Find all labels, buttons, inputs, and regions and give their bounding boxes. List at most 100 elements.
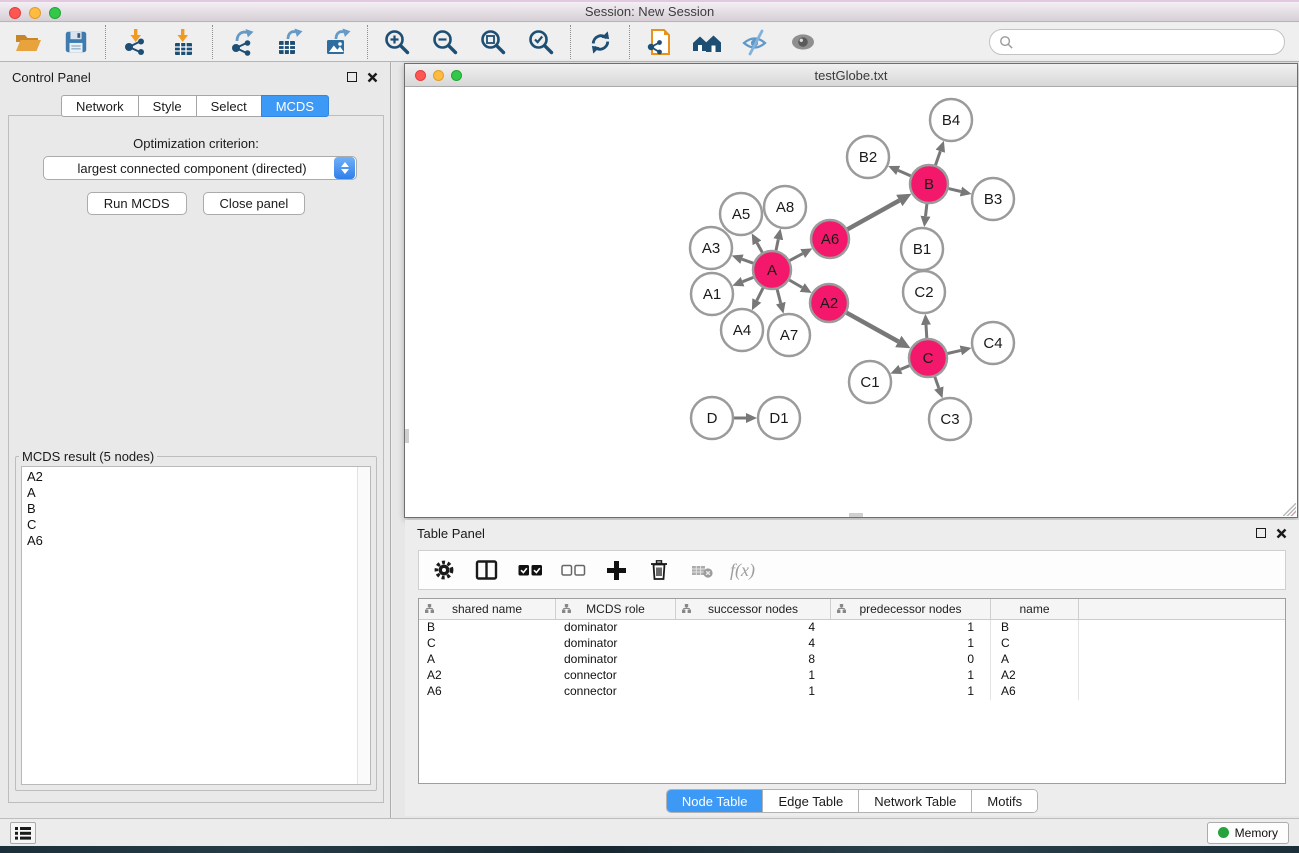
graph-node[interactable]: B1 <box>901 228 943 270</box>
close-panel-button[interactable]: Close panel <box>203 192 306 215</box>
graph-edge[interactable] <box>848 201 900 230</box>
graph-node[interactable]: D1 <box>758 397 800 439</box>
table-cell[interactable]: 1 <box>831 684 991 700</box>
mcds-result-item[interactable]: B <box>27 501 352 517</box>
tab-style[interactable]: Style <box>138 95 196 117</box>
import-network-icon[interactable] <box>119 26 151 58</box>
table-cell[interactable]: B <box>419 620 556 636</box>
table-cell[interactable]: 1 <box>831 668 991 684</box>
table-cell[interactable]: A2 <box>419 668 556 684</box>
table-cell[interactable]: 1 <box>676 668 831 684</box>
graph-node[interactable]: C4 <box>972 322 1014 364</box>
canvas-left-handle[interactable] <box>405 429 409 443</box>
graph-edge[interactable] <box>926 325 927 338</box>
graph-edge[interactable] <box>777 289 781 303</box>
network-minimize-button[interactable] <box>433 70 444 81</box>
optimization-criterion-select[interactable]: largest connected component (directed) <box>43 156 357 180</box>
table-cell[interactable]: 8 <box>676 652 831 668</box>
table-row[interactable]: Adominator80A <box>419 652 1285 668</box>
table-cell[interactable]: 1 <box>676 684 831 700</box>
graph-edge[interactable] <box>757 288 763 301</box>
table-cell[interactable]: A6 <box>419 684 556 700</box>
table-cell[interactable]: 4 <box>676 620 831 636</box>
graph-node[interactable]: B4 <box>930 99 972 141</box>
graph-edge[interactable] <box>901 366 910 370</box>
export-table-icon[interactable] <box>274 26 306 58</box>
table-cell[interactable]: A <box>991 652 1079 668</box>
graph-node[interactable]: A4 <box>721 309 763 351</box>
mcds-result-item[interactable]: A6 <box>27 533 352 549</box>
hide-graphics-details-icon[interactable] <box>739 26 771 58</box>
mcds-result-item[interactable]: A2 <box>27 469 352 485</box>
graph-edge[interactable] <box>743 277 754 281</box>
network-close-button[interactable] <box>415 70 426 81</box>
table-cell[interactable] <box>1079 636 1285 652</box>
graph-edge[interactable] <box>936 151 941 165</box>
tab-edge-table[interactable]: Edge Table <box>763 790 859 812</box>
graph-node[interactable]: A7 <box>768 314 810 356</box>
graph-node[interactable]: C2 <box>903 271 945 313</box>
level-of-detail-eye-icon[interactable] <box>787 26 819 58</box>
graph-node[interactable]: A8 <box>764 186 806 228</box>
tab-node-table[interactable]: Node Table <box>667 790 764 812</box>
run-mcds-button[interactable]: Run MCDS <box>87 192 187 215</box>
table-cell[interactable]: C <box>991 636 1079 652</box>
import-table-icon[interactable] <box>167 26 199 58</box>
graph-edge[interactable] <box>926 204 927 216</box>
graph-edge[interactable] <box>935 377 939 388</box>
refresh-icon[interactable] <box>584 26 616 58</box>
deselect-all-icon[interactable] <box>558 555 588 585</box>
column-header-mcds-role[interactable]: MCDS role <box>556 599 676 619</box>
graph-edge[interactable] <box>847 313 899 342</box>
open-session-icon[interactable] <box>12 26 44 58</box>
graph-node[interactable]: C1 <box>849 361 891 403</box>
network-canvas[interactable]: B4B2BB3A5A8A6A3B1AC2A1A2A4A7C4CC1DD1C3 <box>405 87 1297 517</box>
zoom-fit-icon[interactable] <box>477 26 509 58</box>
float-panel-icon[interactable] <box>347 72 357 82</box>
network-zoom-button[interactable] <box>451 70 462 81</box>
select-all-icon[interactable] <box>515 555 545 585</box>
table-cell[interactable]: C <box>419 636 556 652</box>
export-network-icon[interactable] <box>226 26 258 58</box>
zoom-out-icon[interactable] <box>429 26 461 58</box>
graph-node[interactable]: D <box>691 397 733 439</box>
graph-node[interactable]: A6 <box>811 220 849 258</box>
column-header-predecessor-nodes[interactable]: predecessor nodes <box>831 599 991 619</box>
minimize-window-button[interactable] <box>29 7 41 19</box>
canvas-bottom-handle[interactable] <box>849 513 863 517</box>
table-cell[interactable]: 1 <box>831 620 991 636</box>
table-cell[interactable]: 0 <box>831 652 991 668</box>
graph-edge[interactable] <box>776 239 778 250</box>
graph-node[interactable]: A2 <box>810 284 848 322</box>
delete-row-icon[interactable] <box>644 555 674 585</box>
table-cell[interactable]: dominator <box>556 652 676 668</box>
graph-node[interactable]: B <box>910 165 948 203</box>
network-from-selection-icon[interactable] <box>643 26 675 58</box>
memory-button[interactable]: Memory <box>1207 822 1289 844</box>
table-cell[interactable]: B <box>991 620 1079 636</box>
zoom-selected-icon[interactable] <box>525 26 557 58</box>
graph-edge[interactable] <box>757 243 762 253</box>
graph-node[interactable]: A5 <box>720 193 762 235</box>
float-table-panel-icon[interactable] <box>1256 528 1266 538</box>
tab-network-table[interactable]: Network Table <box>859 790 972 812</box>
save-session-icon[interactable] <box>60 26 92 58</box>
graph-node[interactable]: B3 <box>972 178 1014 220</box>
column-header-successor-nodes[interactable]: successor nodes <box>676 599 831 619</box>
zoom-in-icon[interactable] <box>381 26 413 58</box>
tab-motifs[interactable]: Motifs <box>972 790 1037 812</box>
table-cell[interactable] <box>1079 620 1285 636</box>
graph-edge[interactable] <box>949 189 961 192</box>
graph-node[interactable]: A3 <box>690 227 732 269</box>
graph-edge[interactable] <box>790 254 803 261</box>
table-cell[interactable]: A2 <box>991 668 1079 684</box>
window-resize-grip[interactable] <box>1283 503 1296 516</box>
table-cell[interactable]: A <box>419 652 556 668</box>
column-header-name[interactable]: name <box>991 599 1079 619</box>
zoom-window-button[interactable] <box>49 7 61 19</box>
task-history-icon[interactable] <box>10 822 36 844</box>
graph-node[interactable]: B2 <box>847 136 889 178</box>
table-row[interactable]: Cdominator41C <box>419 636 1285 652</box>
table-cell[interactable]: 1 <box>831 636 991 652</box>
tab-mcds[interactable]: MCDS <box>261 95 329 117</box>
